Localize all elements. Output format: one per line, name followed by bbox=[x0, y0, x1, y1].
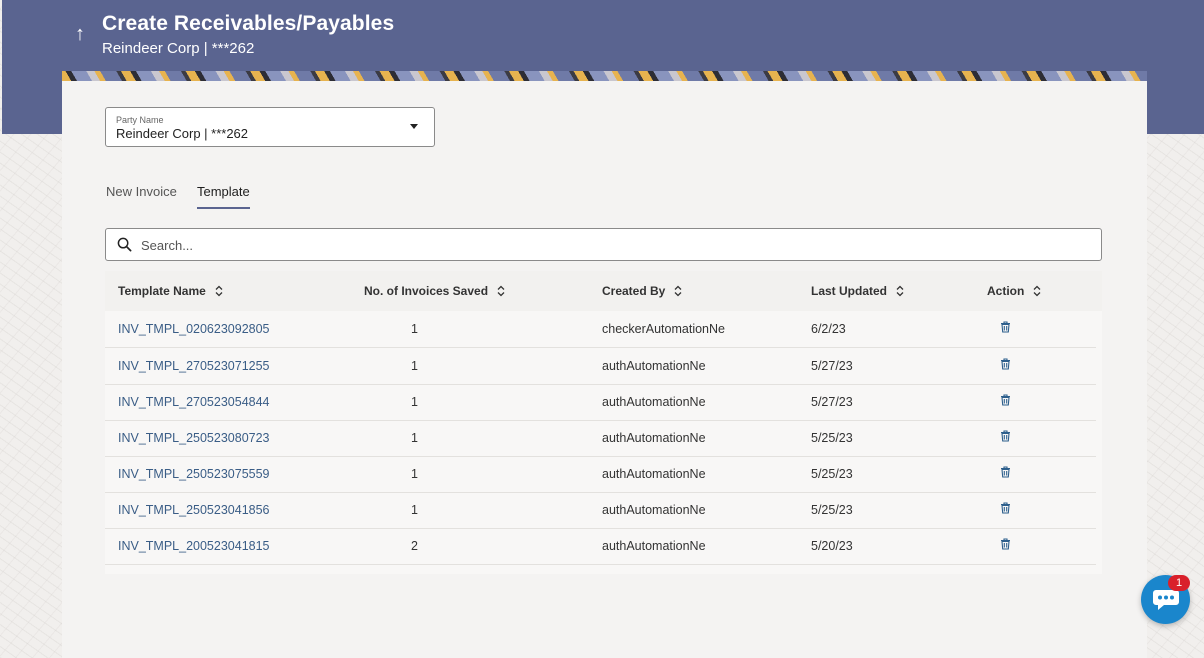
trash-icon[interactable] bbox=[1000, 466, 1011, 478]
trash-icon[interactable] bbox=[1000, 502, 1011, 514]
trash-icon[interactable] bbox=[1000, 538, 1011, 550]
created-by: authAutomationNe bbox=[602, 395, 706, 409]
created-by: authAutomationNe bbox=[602, 467, 706, 481]
last-updated: 5/25/23 bbox=[811, 431, 853, 445]
trash-icon[interactable] bbox=[1000, 394, 1011, 406]
column-label: Last Updated bbox=[811, 284, 888, 298]
invoices-saved-count: 1 bbox=[411, 359, 418, 373]
party-name-value: Reindeer Corp | ***262 bbox=[116, 126, 249, 141]
chat-bubble-icon bbox=[1153, 590, 1179, 610]
column-label: No. of Invoices Saved bbox=[364, 284, 489, 298]
last-updated: 5/27/23 bbox=[811, 359, 853, 373]
created-by: authAutomationNe bbox=[602, 503, 706, 517]
column-header-action[interactable]: Action bbox=[987, 284, 1042, 298]
column-label: Created By bbox=[602, 284, 666, 298]
tab-template[interactable]: Template bbox=[197, 184, 250, 209]
chevron-down-icon bbox=[410, 124, 418, 129]
template-name-link[interactable]: INV_TMPL_270523071255 bbox=[118, 359, 270, 373]
table-row: INV_TMPL_200523041815 2 authAutomationNe… bbox=[105, 528, 1096, 565]
sort-icon bbox=[1033, 285, 1041, 297]
last-updated: 5/25/23 bbox=[811, 467, 853, 481]
template-name-link[interactable]: INV_TMPL_200523041815 bbox=[118, 539, 270, 553]
column-label: Action bbox=[987, 284, 1025, 298]
arrow-up-icon[interactable]: ↑ bbox=[68, 22, 92, 46]
created-by: authAutomationNe bbox=[602, 539, 706, 553]
invoices-saved-count: 2 bbox=[411, 539, 418, 553]
template-name-link[interactable]: INV_TMPL_020623092805 bbox=[118, 322, 270, 336]
column-header-invoices-saved[interactable]: No. of Invoices Saved bbox=[364, 284, 506, 298]
trash-icon[interactable] bbox=[1000, 321, 1011, 333]
created-by: authAutomationNe bbox=[602, 359, 706, 373]
template-name-link[interactable]: INV_TMPL_250523080723 bbox=[118, 431, 270, 445]
invoices-saved-count: 1 bbox=[411, 322, 418, 336]
decorative-banner bbox=[62, 71, 1147, 81]
invoices-saved-count: 1 bbox=[411, 467, 418, 481]
search-icon bbox=[117, 237, 132, 252]
last-updated: 5/27/23 bbox=[811, 395, 853, 409]
last-updated: 5/20/23 bbox=[811, 539, 853, 553]
search-box bbox=[105, 228, 1102, 261]
column-header-template-name[interactable]: Template Name bbox=[118, 284, 224, 298]
column-label: Template Name bbox=[118, 284, 206, 298]
template-name-link[interactable]: INV_TMPL_250523075559 bbox=[118, 467, 270, 481]
table-row: INV_TMPL_270523054844 1 authAutomationNe… bbox=[105, 384, 1096, 421]
trash-icon[interactable] bbox=[1000, 358, 1011, 370]
column-header-created-by[interactable]: Created By bbox=[602, 284, 683, 298]
sort-icon bbox=[896, 285, 904, 297]
templates-table: Template Name No. of Invoices Saved Crea… bbox=[105, 271, 1102, 574]
search-input[interactable] bbox=[139, 233, 1083, 257]
party-name-select[interactable]: Party Name Reindeer Corp | ***262 bbox=[105, 107, 435, 147]
invoices-saved-count: 1 bbox=[411, 431, 418, 445]
sort-icon bbox=[674, 285, 682, 297]
trash-icon[interactable] bbox=[1000, 430, 1011, 442]
sort-icon bbox=[497, 285, 505, 297]
last-updated: 5/25/23 bbox=[811, 503, 853, 517]
column-header-last-updated[interactable]: Last Updated bbox=[811, 284, 905, 298]
table-row: INV_TMPL_250523041856 1 authAutomationNe… bbox=[105, 492, 1096, 529]
invoices-saved-count: 1 bbox=[411, 503, 418, 517]
page-subtitle: Reindeer Corp | ***262 bbox=[102, 40, 255, 57]
created-by: authAutomationNe bbox=[602, 431, 706, 445]
table-row: INV_TMPL_020623092805 1 checkerAutomatio… bbox=[105, 311, 1096, 348]
sort-icon bbox=[215, 285, 223, 297]
tab-new-invoice[interactable]: New Invoice bbox=[106, 184, 177, 207]
table-row: INV_TMPL_250523075559 1 authAutomationNe… bbox=[105, 456, 1096, 493]
table-row: INV_TMPL_270523071255 1 authAutomationNe… bbox=[105, 348, 1096, 385]
template-name-link[interactable]: INV_TMPL_270523054844 bbox=[118, 395, 270, 409]
page-title: Create Receivables/Payables bbox=[102, 12, 395, 35]
table-row: INV_TMPL_250523080723 1 authAutomationNe… bbox=[105, 420, 1096, 457]
template-name-link[interactable]: INV_TMPL_250523041856 bbox=[118, 503, 270, 517]
invoices-saved-count: 1 bbox=[411, 395, 418, 409]
created-by: checkerAutomationNe bbox=[602, 322, 725, 336]
last-updated: 6/2/23 bbox=[811, 322, 846, 336]
party-name-label: Party Name bbox=[116, 115, 164, 125]
table-header: Template Name No. of Invoices Saved Crea… bbox=[105, 271, 1102, 311]
notification-badge: 1 bbox=[1168, 575, 1190, 591]
